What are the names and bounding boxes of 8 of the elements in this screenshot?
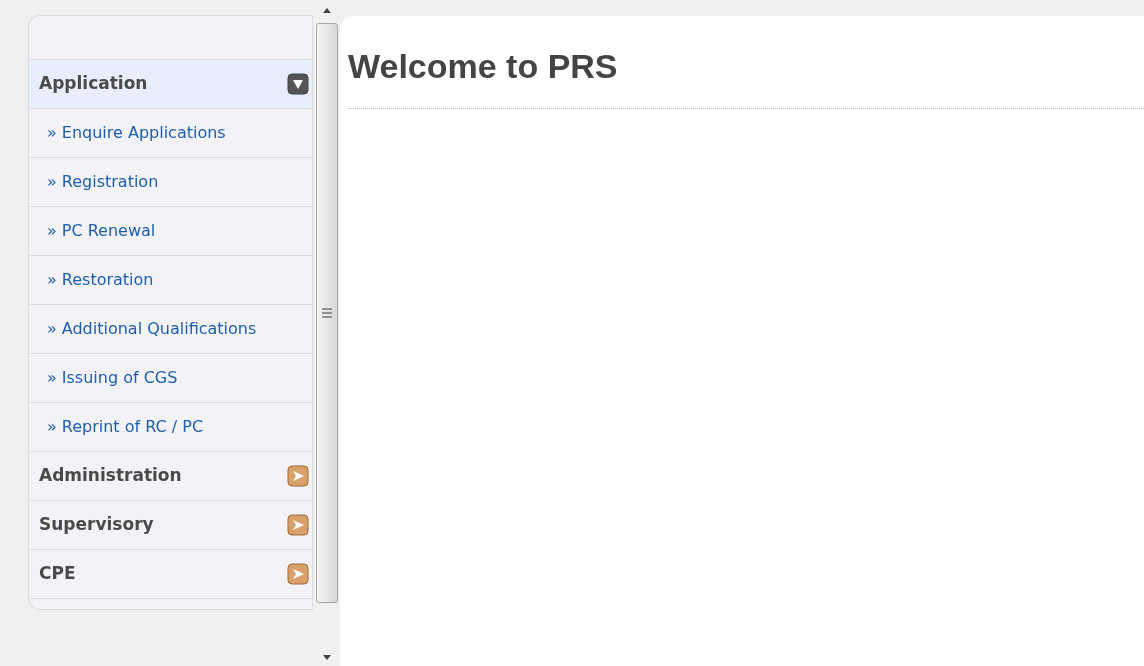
sidebar-link[interactable]: » Restoration bbox=[29, 256, 312, 305]
sidebar-link[interactable]: » Registration bbox=[29, 158, 312, 207]
sidebar-link[interactable]: » Issuing of CGS bbox=[29, 354, 312, 403]
sidebar-link[interactable]: » PC Renewal bbox=[29, 207, 312, 256]
sidebar-link[interactable]: » Enquire Applications bbox=[29, 109, 312, 158]
page-title: Welcome to PRS bbox=[348, 46, 619, 86]
sidebar-section[interactable]: Application bbox=[29, 60, 312, 109]
sidebar-link[interactable]: » Additional Qualifications bbox=[29, 305, 312, 354]
